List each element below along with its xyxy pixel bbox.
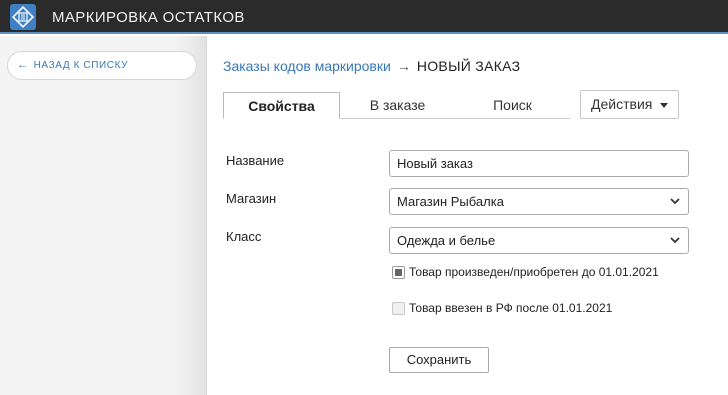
breadcrumb-orders-link[interactable]: Заказы кодов маркировки xyxy=(223,58,391,74)
breadcrumb-separator: → xyxy=(396,58,411,74)
imported-after-label: Товар ввезен в РФ после 01.01.2021 xyxy=(409,301,613,315)
store-label: Магазин xyxy=(226,191,277,206)
back-to-list-button[interactable]: ← НАЗАД К СПИСКУ xyxy=(7,51,197,80)
store-select[interactable]: Магазин Рыбалка xyxy=(389,188,689,215)
chevron-down-icon xyxy=(670,198,680,205)
class-select-value: Одежда и белье xyxy=(397,233,496,248)
app-title: МАРКИРОВКА ОСТАТКОВ xyxy=(52,9,245,26)
store-select-value: Магазин Рыбалка xyxy=(397,194,504,209)
page-title: НОВЫЙ ЗАКАЗ xyxy=(416,58,521,74)
marking-logo-icon xyxy=(10,4,36,30)
tab-properties[interactable]: Свойства xyxy=(223,92,340,119)
produced-before-label: Товар произведен/приобретен до 01.01.202… xyxy=(409,265,659,279)
arrow-left-icon: ← xyxy=(17,59,29,71)
tab-in-order[interactable]: В заказе xyxy=(340,92,455,119)
tab-search[interactable]: Поиск xyxy=(455,92,570,119)
class-select[interactable]: Одежда и белье xyxy=(389,227,689,254)
actions-dropdown-button[interactable]: Действия xyxy=(580,90,679,119)
sidebar: ← НАЗАД К СПИСКУ xyxy=(0,36,207,395)
name-label: Название xyxy=(226,153,285,168)
top-bar: МАРКИРОВКА ОСТАТКОВ xyxy=(0,0,728,34)
breadcrumb: Заказы кодов маркировки → НОВЫЙ ЗАКАЗ xyxy=(223,58,520,74)
save-button[interactable]: Сохранить xyxy=(389,347,489,373)
class-label: Класс xyxy=(226,229,262,244)
produced-before-checkbox[interactable] xyxy=(392,266,405,279)
imported-after-checkbox[interactable] xyxy=(392,302,405,315)
caret-down-icon xyxy=(660,103,668,108)
back-to-list-label: НАЗАД К СПИСКУ xyxy=(33,60,129,71)
chevron-down-icon xyxy=(670,237,680,244)
actions-label: Действия xyxy=(591,96,653,112)
name-input[interactable]: Новый заказ xyxy=(389,150,689,177)
